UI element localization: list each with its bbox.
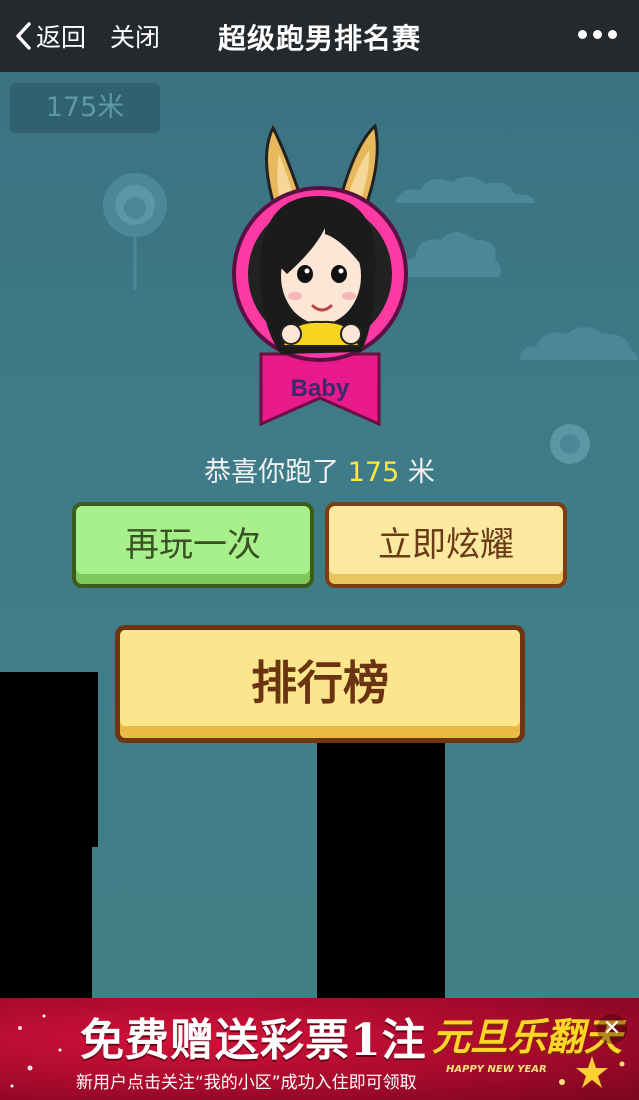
- play-again-button[interactable]: 再玩一次: [72, 502, 314, 588]
- result-score: 175: [347, 457, 400, 488]
- sparkle-decoration: [10, 1014, 62, 1088]
- leaderboard-button[interactable]: 排行榜: [115, 625, 525, 743]
- pillar-left-lower: [0, 842, 92, 998]
- close-button[interactable]: 关闭: [110, 18, 160, 54]
- share-button[interactable]: 立即炫耀: [325, 502, 567, 588]
- nav-bar: 返回 关闭 超级跑男排名赛: [0, 0, 639, 72]
- cloud-decoration: [519, 327, 638, 360]
- chevron-left-icon: [16, 22, 31, 50]
- page-title: 超级跑男排名赛: [217, 22, 421, 55]
- character-badge: Baby: [232, 124, 408, 427]
- ad-promo-title: 元旦乐翻天: [432, 1014, 623, 1059]
- result-unit: 米: [407, 457, 435, 488]
- ad-subline: 新用户点击关注“我的小区”成功入住即可领取: [76, 1073, 417, 1093]
- ad-banner[interactable]: 免费赠送彩票1注 新用户点击关注“我的小区”成功入住即可领取 元旦乐翻天 HAP…: [0, 998, 639, 1100]
- pillar-right: [317, 740, 445, 998]
- ad-headline: 免费赠送彩票1注: [80, 1015, 427, 1066]
- result-prefix: 恭喜你跑了: [204, 457, 340, 488]
- ad-promo-subtitle: HAPPY NEW YEAR: [446, 1064, 547, 1075]
- more-dots-icon[interactable]: [578, 30, 617, 39]
- close-icon[interactable]: ✕: [597, 1014, 627, 1044]
- character-name: Baby: [291, 375, 350, 402]
- result-message: 恭喜你跑了 175 米: [0, 450, 639, 489]
- game-canvas[interactable]: 175米 Baby 恭喜你跑了 175 米 再玩一次 立即炫耀 排行榜: [0, 72, 639, 998]
- back-button[interactable]: 返回: [14, 16, 86, 56]
- back-label: 返回: [36, 23, 87, 52]
- balloon-decoration: [103, 173, 167, 290]
- pillar-left: [0, 672, 98, 847]
- distance-counter: 175米: [10, 83, 160, 133]
